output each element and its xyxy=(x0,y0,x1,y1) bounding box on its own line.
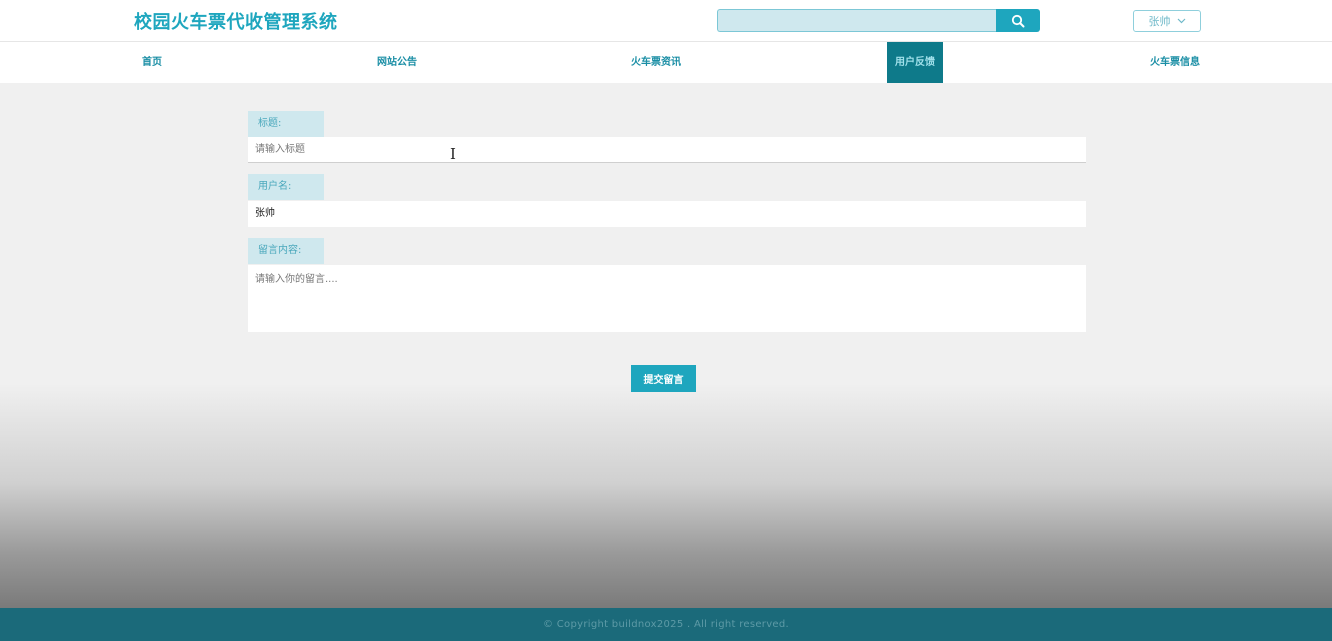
username-field: 张帅 xyxy=(248,201,1086,227)
content-label: 留言内容: xyxy=(248,238,324,264)
search-icon xyxy=(1011,14,1025,27)
title-label: 标题: xyxy=(248,111,324,137)
user-name: 张帅 xyxy=(1148,15,1171,28)
nav-item-home[interactable]: 首页 xyxy=(142,42,162,83)
text-cursor-icon: I xyxy=(450,145,456,163)
footer-copyright: © Copyright buildnox2025 . All right res… xyxy=(0,608,1332,641)
site-logo[interactable]: 校园火车票代收管理系统 xyxy=(134,8,338,34)
content-textarea[interactable] xyxy=(248,265,1086,332)
search-button[interactable] xyxy=(996,9,1040,32)
title-input[interactable] xyxy=(248,137,1086,163)
top-bar: 校园火车票代收管理系统 张帅 xyxy=(0,0,1332,42)
search-bar xyxy=(717,9,1040,32)
submit-feedback-button[interactable]: 提交留言 xyxy=(631,365,696,392)
nav-item-train-news[interactable]: 火车票资讯 xyxy=(631,42,681,83)
main-nav: 首页 网站公告 火车票资讯 用户反馈 火车票信息 xyxy=(0,42,1332,83)
nav-item-train-tickets[interactable]: 火车票信息 xyxy=(1150,42,1200,83)
nav-item-feedback[interactable]: 用户反馈 xyxy=(887,42,943,83)
search-input[interactable] xyxy=(717,9,997,32)
nav-item-announcements[interactable]: 网站公告 xyxy=(377,42,417,83)
username-label: 用户名: xyxy=(248,174,324,200)
user-menu-button[interactable]: 张帅 xyxy=(1133,10,1201,32)
feedback-form-area: 标题: 用户名: 张帅 留言内容: 提交留言 xyxy=(0,83,1332,608)
chevron-down-icon xyxy=(1177,18,1185,24)
